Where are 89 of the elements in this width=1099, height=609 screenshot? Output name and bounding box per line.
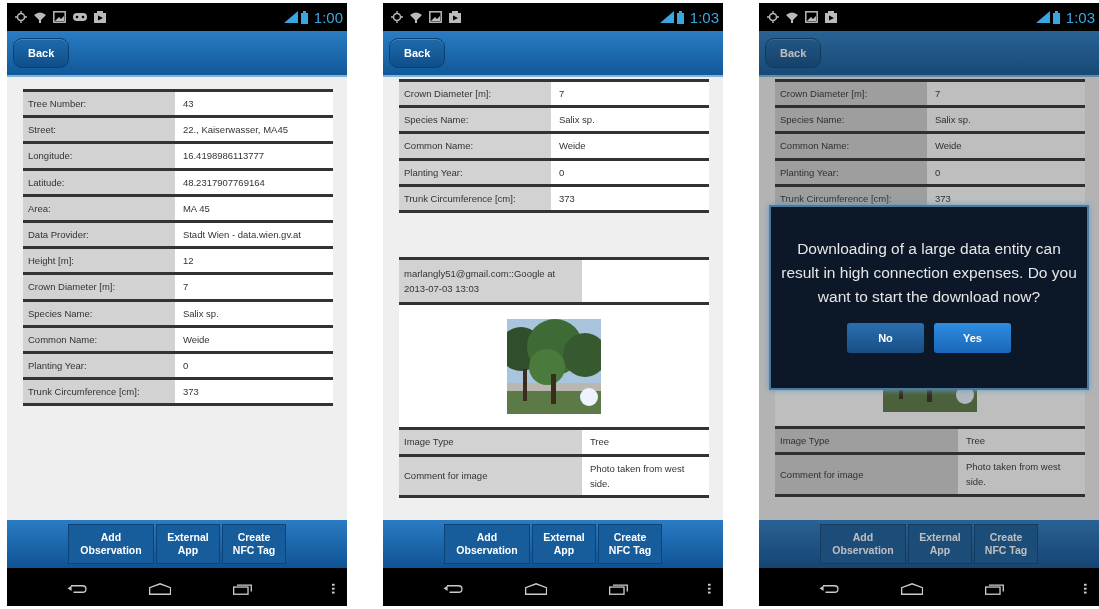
field-value: 0 [557,165,566,180]
play-icon [94,11,106,23]
field-value: MA 45 [181,201,211,216]
field-label: Image Type [775,428,958,453]
action-button[interactable]: External App [532,524,596,564]
crosshair-icon [15,11,27,23]
field-value: 7 [181,280,190,295]
field-label: Species Name: [23,301,175,325]
wifi-icon [786,11,798,23]
field-label: Comment for image [399,456,582,495]
field-value: Salix sp. [557,113,596,128]
field-label: Data Provider: [23,222,175,247]
field-label: Image Type [399,430,582,454]
field-label: Species Name: [399,108,551,132]
action-button[interactable]: External App [908,524,972,564]
field-label: Height [m]: [23,249,175,273]
play-icon [449,11,461,23]
field-value: Weide [557,139,587,154]
field-label: Trunk Circumference [cm]: [399,186,551,210]
field-label: Planting Year: [23,353,175,378]
battery-icon [300,10,308,24]
field-value: 12 [181,254,195,269]
battery-icon [1052,10,1060,24]
field-value: 22., Kaiserwasser, MA45 [181,123,289,138]
field-label: Planting Year: [775,160,927,184]
field-value: 16.4198986113777 [181,149,266,164]
back-button[interactable]: Back [13,38,70,68]
field-value: 7 [557,87,566,101]
field-label: Trunk Circumference [cm]: [23,380,175,404]
field-value: 7 [933,87,942,101]
author-timestamp: marlangly51@gmail.com::Google at 2013-07-03 13:03 [399,259,582,303]
field-value: 48.2317907769164 [181,175,266,190]
dialog-message: Downloading of a large data entity can result in high connection expenses. Do you want to start the download now? [781,239,1077,307]
field-value: Photo taken from west side. [964,460,1062,490]
field-label: Crown Diameter [m]: [399,82,551,106]
clock-time: 1:03 [1065,8,1095,26]
signal-icon [1035,11,1050,23]
field-label: Area: [23,196,175,220]
field-label: Common Name: [775,134,927,158]
field-value: Weide [181,332,211,347]
field-value: Photo taken from west side. [588,461,686,491]
field-value: Weide [933,139,963,154]
dialog-button[interactable]: No [847,323,924,353]
action-button[interactable]: Create NFC Tag [598,524,662,564]
image-icon [429,11,442,23]
field-label: Common Name: [399,134,551,158]
field-label: Latitude: [23,170,175,194]
field-value: 373 [557,191,576,206]
field-value: 0 [933,165,942,180]
field-label: Common Name: [23,327,175,351]
field-value: 373 [181,385,200,400]
signal-icon [283,11,298,23]
crosshair-icon [767,11,779,23]
wifi-icon [34,11,46,23]
field-label: Tree Number: [23,92,175,116]
image-icon [53,11,66,23]
field-value: 43 [181,97,195,111]
gamepad-icon [73,12,87,22]
field-label: Crown Diameter [m]: [775,82,927,106]
field-value: Tree [964,433,987,448]
field-value: Salix sp. [933,113,972,128]
back-button[interactable]: Back [765,38,822,68]
field-value: 373 [933,191,952,206]
clock-time: 1:00 [313,8,343,26]
play-icon [825,11,837,23]
action-button[interactable]: Add Observation [68,524,154,564]
action-button[interactable]: Add Observation [820,524,906,564]
clock-time: 1:03 [689,8,719,26]
field-value: Stadt Wien - data.wien.gv.at [181,227,302,242]
crosshair-icon [391,11,403,23]
action-button[interactable]: External App [156,524,220,564]
field-label: Crown Diameter [m]: [23,275,175,299]
field-label: Planting Year: [399,160,551,184]
dialog-button[interactable]: Yes [934,323,1011,353]
action-button[interactable]: Add Observation [444,524,530,564]
signal-icon [659,11,674,23]
field-value: Tree [588,435,611,450]
field-label: Longitude: [23,144,175,168]
field-label: Comment for image [775,455,958,494]
field-value: Salix sp. [181,306,220,321]
field-label: Street: [23,118,175,142]
field-label: Species Name: [775,108,927,132]
wifi-icon [410,11,422,23]
back-button[interactable]: Back [389,38,446,68]
field-value: 0 [181,358,190,373]
action-button[interactable]: Create NFC Tag [974,524,1038,564]
action-button[interactable]: Create NFC Tag [222,524,286,564]
battery-icon [676,10,684,24]
image-icon [805,11,818,23]
